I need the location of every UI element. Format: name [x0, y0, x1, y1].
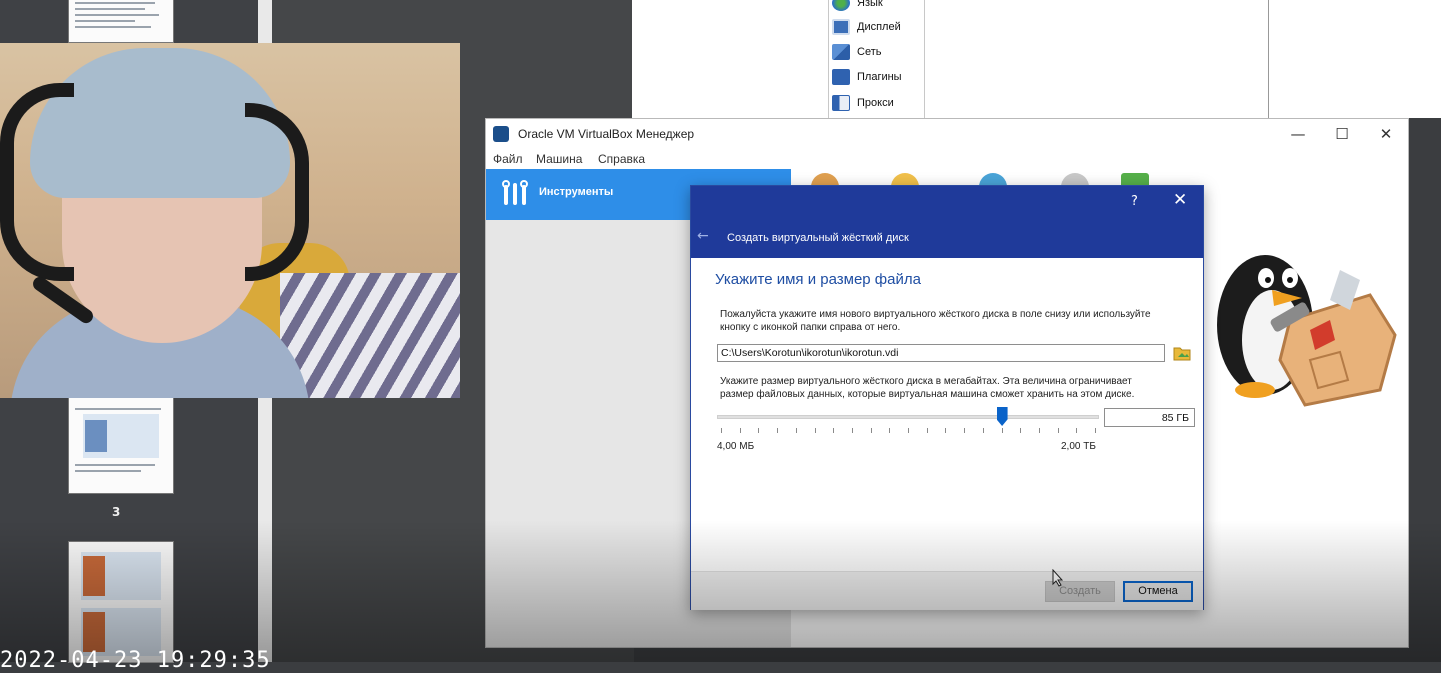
slider-tick [1020, 428, 1022, 433]
menu-bar: Файл Машина Справка [486, 149, 1408, 169]
tools-icon [502, 180, 528, 205]
settings-item-label: Язык [857, 0, 883, 9]
webcam-blanket [280, 273, 460, 398]
settings-item-label: Сеть [857, 46, 882, 58]
settings-divider [1268, 0, 1269, 118]
settings-item-label: Прокси [857, 97, 894, 109]
slider-tick [945, 428, 947, 433]
virtualbox-app-icon [493, 126, 509, 142]
create-virtual-disk-dialog: ? ✕ ← Создать виртуальный жёсткий диск У… [690, 185, 1204, 610]
display-icon [832, 19, 850, 35]
slider-tick [1057, 428, 1059, 433]
webcam-overlay [0, 43, 460, 398]
minimize-button[interactable]: — [1276, 119, 1320, 149]
dialog-close-button[interactable]: ✕ [1173, 190, 1187, 210]
tools-label: Инструменты [539, 186, 614, 198]
back-arrow-icon[interactable]: ← [697, 228, 709, 244]
slider-tick [1095, 428, 1096, 433]
slider-tick [758, 428, 760, 433]
help-button[interactable]: ? [1131, 194, 1138, 209]
page-thumbnail-1[interactable] [69, 0, 173, 42]
slider-tick [1038, 428, 1040, 433]
network-icon [832, 44, 850, 60]
slider-tick [982, 428, 984, 433]
slider-tick [870, 428, 872, 433]
settings-item-label: Плагины [857, 71, 902, 83]
menu-help[interactable]: Справка [598, 152, 645, 166]
plugins-icon [832, 69, 850, 85]
page-number-label: 3 [112, 505, 121, 519]
size-slider-thumb[interactable] [996, 407, 1008, 426]
intro-text-line1: Пожалуйста укажите имя нового виртуально… [720, 309, 1151, 320]
slider-tick [1001, 428, 1003, 433]
dialog-title: Создать виртуальный жёсткий диск [727, 232, 909, 244]
slider-tick [851, 428, 853, 433]
size-slider-track[interactable] [717, 415, 1099, 419]
cancel-button[interactable]: Отмена [1123, 581, 1193, 602]
globe-icon [832, 0, 850, 11]
slider-tick [739, 428, 741, 433]
slider-tick [926, 428, 928, 433]
slider-tick [964, 428, 966, 433]
page-thumbnail-2[interactable] [69, 398, 173, 493]
size-input[interactable]: 85 ГБ [1104, 408, 1195, 427]
proxy-icon [832, 95, 850, 111]
title-bar[interactable]: Oracle VM VirtualBox Менеджер — ☐ ✕ [486, 119, 1408, 149]
slider-tick [908, 428, 909, 433]
menu-file[interactable]: Файл [493, 152, 523, 166]
virtualbox-penguin-illustration [1217, 255, 1397, 407]
file-path-input[interactable]: C:\Users\Korotun\ikorotun\ikorotun.vdi [717, 344, 1165, 362]
settings-item-label: Дисплей [857, 21, 901, 33]
settings-item-language[interactable]: Язык [832, 0, 883, 14]
window-title: Oracle VM VirtualBox Менеджер [518, 127, 695, 141]
slider-tick [777, 428, 779, 433]
recording-timestamp: 2022-04-23 19:29:35 [0, 648, 271, 673]
slider-tick [889, 428, 891, 433]
background-settings-window [632, 0, 1441, 118]
slider-tick [795, 428, 797, 433]
close-button[interactable]: ✕ [1364, 119, 1408, 149]
webcam-headphones-left [0, 83, 74, 281]
settings-item-network[interactable]: Сеть [832, 41, 881, 63]
settings-item-proxy[interactable]: Прокси [832, 92, 894, 114]
size-text-line1: Укажите размер виртуального жёсткого дис… [720, 376, 1132, 387]
mouse-cursor-icon [1052, 569, 1064, 587]
min-size-label: 4,00 МБ [717, 441, 755, 452]
dialog-footer: Создать Отмена [691, 571, 1203, 610]
max-size-label: 2,00 ТБ [1061, 441, 1096, 452]
dialog-header: ? ✕ ← Создать виртуальный жёсткий диск [691, 186, 1203, 258]
intro-text-line2: кнопку с иконкой папки справа от него. [720, 322, 901, 333]
folder-icon[interactable] [1173, 344, 1191, 362]
slider-tick [721, 428, 722, 433]
slider-tick [833, 428, 835, 433]
slider-tick [814, 428, 816, 433]
slider-tick [1076, 428, 1078, 433]
settings-item-plugins[interactable]: Плагины [832, 66, 902, 88]
menu-machine[interactable]: Машина [536, 152, 582, 166]
page-title: Укажите имя и размер файла [715, 271, 921, 288]
maximize-button[interactable]: ☐ [1320, 119, 1364, 149]
settings-item-display[interactable]: Дисплей [832, 16, 901, 38]
size-text-line2: размер файловых данных, которые виртуаль… [720, 389, 1135, 400]
page-thumbnail-3[interactable] [69, 542, 173, 662]
